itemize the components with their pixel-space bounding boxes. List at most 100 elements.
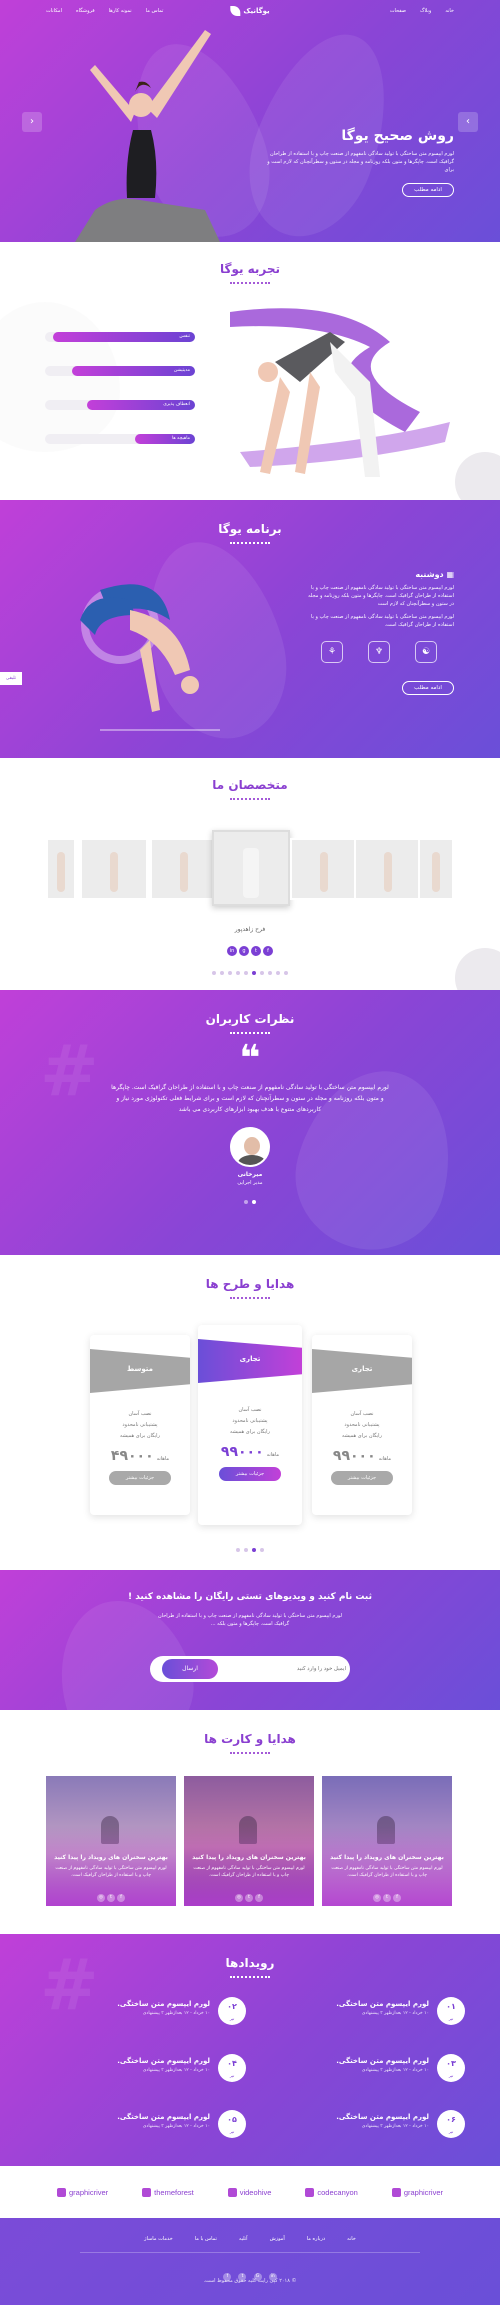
expert-thumb-active[interactable] (212, 830, 290, 906)
facebook-icon[interactable]: f (255, 1894, 263, 1902)
expert-thumb[interactable] (46, 838, 76, 900)
plan-details-button[interactable]: جزئیات بیشتر (219, 1467, 281, 1481)
skill-bar-fill: انعطاف پذیری (87, 400, 195, 410)
nav-item-contact[interactable]: تماس ما (146, 8, 164, 14)
nav-item-blog[interactable]: وبلاگ (420, 8, 431, 14)
footer-link[interactable]: آتلیه (239, 2236, 248, 2242)
title-wave-divider (230, 1973, 270, 1978)
pagination-dot[interactable] (260, 1548, 264, 1552)
event-month: تیر (229, 2016, 235, 2021)
expert-thumb[interactable] (150, 838, 218, 900)
gift-text: لورم ایپسوم متن ساختگی با تولید سادگی نا… (55, 1866, 167, 1878)
brand-name: graphicriver (403, 2187, 443, 2197)
gift-card[interactable]: بهترین سخنران های رویداد را پیدا کنید لو… (46, 1776, 176, 1906)
twitter-icon[interactable]: t (383, 1894, 391, 1902)
skill-bar: ماهیچه ها (45, 434, 195, 444)
nav-item-features[interactable]: امکانات (46, 8, 62, 14)
footer-link[interactable]: درباره ما (307, 2236, 325, 2242)
plan-feature: نصب آسان (128, 1411, 152, 1417)
brand-logo[interactable]: graphicriver (391, 2187, 443, 2197)
lotus-pose-icon[interactable]: ⚘ (321, 641, 343, 663)
yoga-pose-icon[interactable]: ☯ (415, 641, 437, 663)
event-title: لورم ایپسوم متن ساختگی. (336, 2113, 429, 2121)
pagination-dot[interactable] (252, 971, 256, 975)
program-read-more-button[interactable]: ادامه مطلب (402, 681, 454, 695)
event-item[interactable]: ۰۱ تیر لورم ایپسوم متن ساختگی. ۱۰ خرداد -… (265, 1997, 465, 2037)
footer-divider (80, 2252, 420, 2253)
pagination-dot[interactable] (228, 971, 232, 975)
pagination-dot[interactable] (260, 971, 264, 975)
price-unit: ماهانه (378, 1456, 392, 1462)
instagram-icon[interactable]: ◎ (235, 1894, 243, 1902)
brand-mark-icon (391, 2187, 401, 2197)
event-month: تیر (448, 2073, 454, 2078)
event-item[interactable]: ۰۶ تیر لورم ایپسوم متن ساختگی. ۱۰ خرداد -… (265, 2110, 465, 2150)
pricing-pagination (0, 1537, 500, 1556)
nav-item-home[interactable]: خانه (445, 8, 454, 14)
expert-thumb[interactable] (418, 838, 454, 900)
footer-link[interactable]: تماس با ما (195, 2236, 217, 2242)
expert-thumb[interactable] (354, 838, 422, 900)
plan-details-button[interactable]: جزئیات بیشتر (109, 1471, 171, 1485)
nav-item-shop[interactable]: فروشگاه (76, 8, 95, 14)
user-avatar (230, 1127, 270, 1167)
footer-link[interactable]: آموزش (270, 2236, 285, 2242)
gifts-title: هدایا و کارت ها (204, 1732, 296, 1746)
prev-slide-button[interactable]: ‹ (22, 112, 42, 132)
linkedin-icon[interactable]: in (227, 946, 237, 956)
pagination-dot[interactable] (244, 1548, 248, 1552)
pagination-dot[interactable] (284, 971, 288, 975)
pagination-dot[interactable] (212, 971, 216, 975)
footer-link[interactable]: خانه (347, 2236, 356, 2242)
event-month: تیر (448, 2016, 454, 2021)
expert-thumb[interactable] (290, 838, 358, 900)
twitter-icon[interactable]: t (245, 1894, 253, 1902)
brand-logo[interactable]: themeforest (142, 2187, 194, 2197)
experience-title: تجربه یوگا (219, 262, 281, 276)
brand-mark-icon (56, 2187, 66, 2197)
next-slide-button[interactable]: › (458, 112, 478, 132)
plan-details-button[interactable]: جزئیات بیشتر (331, 1471, 393, 1485)
event-item[interactable]: ۰۴ تیر لورم ایپسوم متن ساختگی. ۱۰ خرداد -… (46, 2054, 246, 2094)
email-input[interactable] (236, 1666, 346, 1672)
pagination-dot[interactable] (236, 971, 240, 975)
facebook-icon[interactable]: f (263, 946, 273, 956)
hero-text: لورم ایپسوم متن ساختگی با تولید سادگی نا… (267, 151, 454, 173)
nav-item-portfolio[interactable]: نمونه کارها (109, 8, 132, 14)
program-day-label: دوشنبه (415, 570, 444, 579)
hash-decoration: # (40, 1030, 99, 1112)
pagination-dot[interactable] (268, 971, 272, 975)
google-icon[interactable]: g (239, 946, 249, 956)
brand-logo[interactable]: videohive (227, 2187, 271, 2197)
pagination-dot[interactable] (220, 971, 224, 975)
pagination-dot[interactable] (276, 971, 280, 975)
event-item[interactable]: ۰۳ تیر لورم ایپسوم متن ساختگی. ۱۰ خرداد -… (265, 2054, 465, 2094)
side-tab[interactable]: تلیفی (0, 672, 22, 685)
nav-item-pages[interactable]: صفحات (390, 8, 406, 14)
facebook-icon[interactable]: f (393, 1894, 401, 1902)
expert-thumb[interactable] (80, 838, 148, 900)
event-item[interactable]: ۰۲ تیر لورم ایپسوم متن ساختگی. ۱۰ خرداد -… (46, 1997, 246, 2037)
lotus-decoration (42, 1585, 208, 1710)
brand-logo[interactable]: یوگانیک (230, 6, 270, 16)
gift-card[interactable]: بهترین سخنران های رویداد را پیدا کنید لو… (184, 1776, 314, 1906)
instagram-icon[interactable]: ◎ (373, 1894, 381, 1902)
meditation-icon[interactable]: ♆ (368, 641, 390, 663)
pagination-dot[interactable] (252, 1548, 256, 1552)
event-meta: ۱۰ خرداد - ۱۲ بعدازظهر ۳ پیشنهادی (361, 2011, 429, 2016)
footer-link[interactable]: خدمات ماساژ (144, 2236, 173, 2242)
subscribe-text: لورم ایپسوم متن ساختگی با تولید سادگی نا… (158, 1613, 342, 1627)
brand-logo[interactable]: codecanyon (305, 2187, 358, 2197)
brand-logo[interactable]: graphicriver (56, 2187, 108, 2197)
facebook-icon[interactable]: f (117, 1894, 125, 1902)
gift-card[interactable]: بهترین سخنران های رویداد را پیدا کنید لو… (322, 1776, 452, 1906)
pagination-dot[interactable] (236, 1548, 240, 1552)
hero-read-more-button[interactable]: ادامه مطلب (402, 183, 454, 197)
subscribe-submit-button[interactable]: ارسال (162, 1659, 218, 1679)
event-item[interactable]: ۰۵ تیر لورم ایپسوم متن ساختگی. ۱۰ خرداد -… (46, 2110, 246, 2150)
plan-feature: رایگان برای همیشه (230, 1429, 270, 1435)
instagram-icon[interactable]: ◎ (97, 1894, 105, 1902)
twitter-icon[interactable]: t (107, 1894, 115, 1902)
twitter-icon[interactable]: t (251, 946, 261, 956)
pagination-dot[interactable] (244, 971, 248, 975)
